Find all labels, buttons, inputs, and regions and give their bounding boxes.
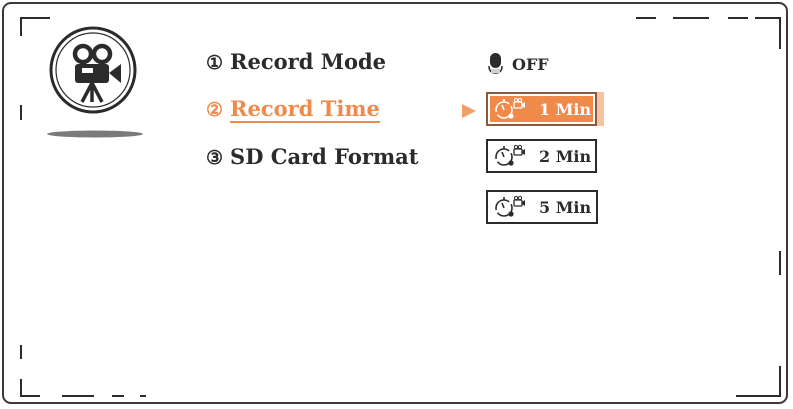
record-time-option-5min[interactable]: 5 Min xyxy=(486,190,598,224)
corner-mark-bottom-dash xyxy=(62,395,94,397)
corner-mark-bottom-dash xyxy=(112,395,124,397)
selection-highlight-bar xyxy=(597,92,604,126)
menu-item-number: ① xyxy=(206,52,224,74)
corner-mark-left-tick xyxy=(20,105,22,120)
corner-mark-top-left xyxy=(20,17,50,19)
selection-arrow-icon xyxy=(462,104,476,118)
corner-mark-top-right-dash xyxy=(636,17,656,19)
menu-item-number: ③ xyxy=(206,147,224,169)
timer-video-icon xyxy=(495,195,525,217)
corner-mark-top-right xyxy=(755,17,781,19)
corner-mark-top-right-dash xyxy=(673,17,709,19)
corner-mark-bottom-right xyxy=(736,395,781,397)
corner-mark-top-right xyxy=(779,17,781,49)
video-camera-icon xyxy=(49,26,137,114)
record-mode-value: OFF xyxy=(488,52,549,76)
timer-video-icon xyxy=(495,144,525,166)
menu-item-number: ② xyxy=(206,99,224,121)
microphone-off-icon xyxy=(488,53,503,74)
corner-mark-right-tick xyxy=(779,251,781,275)
corner-mark-bottom-left xyxy=(20,395,40,397)
corner-mark-bottom-right xyxy=(779,366,781,397)
corner-mark-top-left xyxy=(20,17,22,36)
corner-mark-top-right-dash xyxy=(728,17,748,19)
record-time-option-2min[interactable]: 2 Min xyxy=(486,139,597,173)
record-time-option-label: 5 Min xyxy=(539,197,592,217)
record-mode-value-label: OFF xyxy=(512,54,549,74)
record-time-option-1min[interactable]: 1 Min xyxy=(486,92,604,126)
record-time-option-label: 1 Min xyxy=(539,99,592,119)
corner-mark-left-tick xyxy=(20,345,22,359)
menu-item-label: Record Mode xyxy=(230,49,387,74)
menu-item-label: SD Card Format xyxy=(230,144,419,169)
menu-item-sd-card-format[interactable]: ③ SD Card Format xyxy=(206,144,418,169)
timer-video-icon xyxy=(495,97,525,119)
record-time-option-label: 2 Min xyxy=(539,146,592,166)
menu-item-label: Record Time xyxy=(230,96,380,121)
menu-item-record-time[interactable]: ② Record Time xyxy=(206,96,380,121)
menu-item-record-mode[interactable]: ① Record Mode xyxy=(206,49,386,74)
icon-shadow xyxy=(47,130,143,138)
corner-mark-bottom-dash xyxy=(140,395,146,397)
